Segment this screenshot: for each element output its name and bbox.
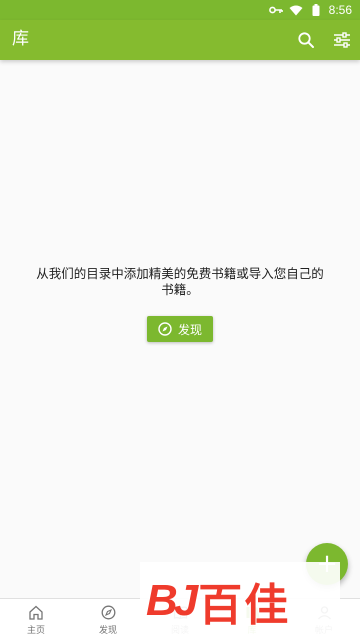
search-icon[interactable] <box>294 28 318 52</box>
discover-button-label: 发现 <box>177 322 202 337</box>
wifi-icon <box>289 4 303 16</box>
compass-icon <box>101 605 116 620</box>
watermark-mark: BJ <box>146 576 198 625</box>
status-time: 8:56 <box>328 3 352 17</box>
compass-icon <box>158 322 172 336</box>
empty-state: 从我们的目录中添加精美的免费书籍或导入您自己的书籍。 <box>0 266 360 298</box>
filter-settings-icon[interactable] <box>330 28 354 52</box>
nav-label: 主页 <box>26 626 45 636</box>
battery-icon <box>309 4 323 16</box>
discover-button[interactable]: 发现 <box>147 316 213 342</box>
status-bar: 8:56 <box>0 0 360 20</box>
watermark-text: 百佳 <box>198 580 291 631</box>
empty-state-message: 从我们的目录中添加精美的免费书籍或导入您自己的书籍。 <box>36 266 324 297</box>
nav-item-discover[interactable]: 发现 <box>72 599 144 640</box>
page-title: 库 <box>12 29 29 49</box>
nav-item-home[interactable]: 主页 <box>0 599 72 640</box>
nav-label: 发现 <box>98 626 117 636</box>
app-bar: 库 <box>0 20 360 60</box>
key-icon <box>268 4 283 16</box>
watermark-logo: BJ 百佳 <box>140 562 340 640</box>
home-icon <box>28 605 44 620</box>
